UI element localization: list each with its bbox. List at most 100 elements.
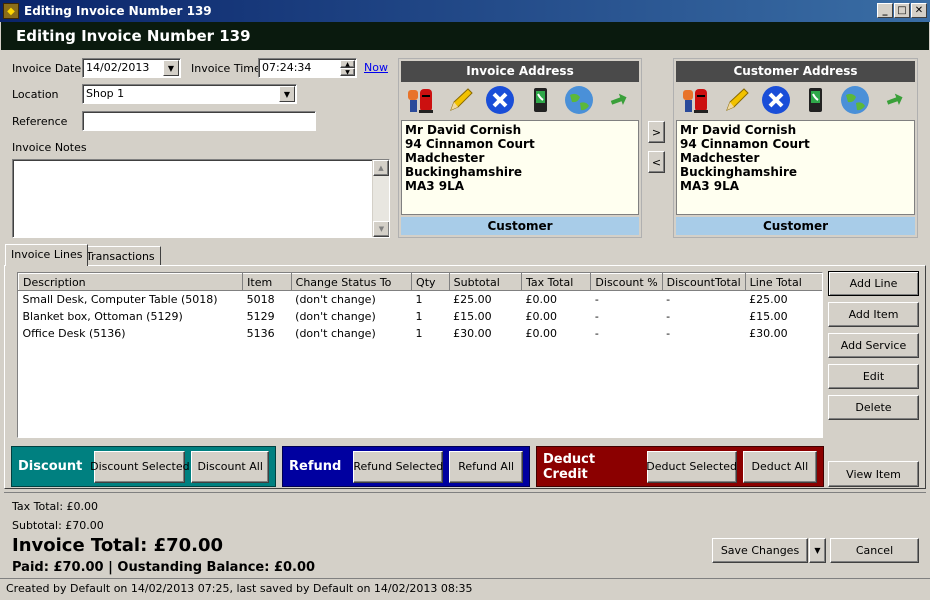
column-header[interactable]: Line Total — [744, 273, 822, 291]
cell-tax-total: £0.00 — [525, 309, 557, 323]
save-changes-button[interactable]: Save Changes — [712, 538, 808, 563]
chevron-down-icon[interactable]: ▼ — [163, 60, 179, 76]
address-line: Mr David Cornish — [405, 123, 522, 137]
page-title: Editing Invoice Number 139 — [1, 22, 929, 50]
invoice-notes-label: Invoice Notes — [12, 141, 87, 154]
subtotal-text: Subtotal: £70.00 — [12, 519, 104, 532]
edit-button[interactable]: Edit — [828, 364, 919, 389]
copy-right-button[interactable]: > — [648, 121, 665, 143]
column-header[interactable]: Item — [242, 273, 292, 291]
location-label: Location — [12, 88, 59, 101]
now-link[interactable]: Now — [364, 61, 388, 74]
notes-scrollbar[interactable]: ▲ ▼ — [372, 160, 389, 237]
globe-icon[interactable] — [564, 85, 594, 115]
refund-group: Refund Refund Selected Refund All — [282, 446, 530, 487]
delete-button[interactable]: Delete — [828, 395, 919, 420]
invoice-total-text: Invoice Total: £70.00 — [12, 535, 224, 556]
spin-down-icon[interactable]: ▼ — [340, 68, 355, 76]
window-titlebar[interactable]: ◆ Editing Invoice Number 139 _ □ ✕ — [0, 0, 930, 22]
app-icon: ◆ — [3, 3, 19, 19]
phone-icon[interactable] — [800, 85, 830, 115]
invoice-address-text[interactable]: Mr David Cornish 94 Cinnamon Court Madch… — [401, 120, 639, 215]
postbox-person-icon[interactable] — [406, 85, 436, 115]
divider — [4, 492, 926, 493]
discount-label: Discount — [18, 459, 83, 474]
column-header[interactable]: Qty — [411, 273, 450, 291]
spin-up-icon[interactable]: ▲ — [340, 60, 355, 68]
scroll-up-icon[interactable]: ▲ — [373, 160, 389, 176]
table-header: Description Item Change Status To Qty Su… — [18, 273, 822, 291]
clear-x-icon[interactable] — [761, 85, 791, 115]
add-service-button[interactable]: Add Service — [828, 333, 919, 358]
column-header[interactable]: Discount % — [590, 273, 663, 291]
location-select[interactable]: Shop 1 ▼ — [82, 84, 297, 104]
column-header[interactable]: Description — [18, 273, 244, 291]
globe-icon[interactable] — [840, 85, 870, 115]
invoice-address-footer[interactable]: Customer — [401, 217, 639, 235]
refund-all-button[interactable]: Refund All — [449, 450, 523, 483]
deduct-all-button[interactable]: Deduct All — [742, 450, 817, 483]
invoice-time-label: Invoice Time — [191, 62, 261, 75]
cell-item: 5136 — [246, 326, 275, 340]
swap-arrows-icon[interactable] — [880, 85, 910, 115]
minimize-button[interactable]: _ — [877, 3, 893, 18]
invoice-date-label: Invoice Date — [12, 62, 82, 75]
table-row[interactable]: Office Desk (5136) 5136 (don't change) 1… — [19, 325, 823, 342]
close-button[interactable]: ✕ — [911, 3, 927, 18]
refund-selected-button[interactable]: Refund Selected — [353, 450, 444, 483]
tab-invoice-lines[interactable]: Invoice Lines — [5, 244, 89, 266]
cell-tax-total: £0.00 — [525, 326, 557, 340]
invoice-time-field[interactable]: 07:24:34 ▲ ▼ — [258, 58, 357, 78]
invoice-lines-table[interactable]: Description Item Change Status To Qty Su… — [17, 272, 823, 438]
customer-address-panel: Customer Address Mr David Cornish 94 Cin… — [673, 58, 918, 238]
maximize-button[interactable]: □ — [894, 3, 910, 18]
column-header[interactable]: Subtotal — [448, 273, 522, 291]
cell-qty: 1 — [415, 292, 423, 306]
save-dropdown-chevron-down-icon[interactable]: ▼ — [809, 538, 826, 563]
table-row[interactable]: Blanket box, Ottoman (5129) 5129 (don't … — [19, 308, 823, 325]
invoice-date-value: 14/02/2013 — [86, 61, 150, 74]
customer-address-heading: Customer Address — [676, 61, 915, 82]
window-title: Editing Invoice Number 139 — [24, 4, 212, 18]
swap-arrows-icon[interactable] — [604, 85, 634, 115]
column-header[interactable]: DiscountTotal — [661, 273, 746, 291]
discount-group: Discount Discount Selected Discount All — [11, 446, 276, 487]
reference-input[interactable] — [82, 111, 316, 131]
cell-description: Office Desk (5136) — [22, 326, 126, 340]
cancel-button[interactable]: Cancel — [830, 538, 919, 563]
add-item-button[interactable]: Add Item — [828, 302, 919, 327]
address-line: MA3 9LA — [405, 179, 465, 193]
column-header[interactable]: Change Status To — [290, 273, 413, 291]
postbox-person-icon[interactable] — [681, 85, 711, 115]
copy-left-button[interactable]: < — [648, 151, 665, 173]
invoice-date-field[interactable]: 14/02/2013 ▼ — [82, 58, 181, 78]
clear-x-icon[interactable] — [485, 85, 515, 115]
pencil-icon[interactable] — [445, 85, 475, 115]
cell-discount-total: - — [666, 292, 671, 306]
cell-item: 5129 — [246, 309, 275, 323]
cell-line-total: £30.00 — [749, 326, 788, 340]
cell-discount-total: - — [666, 309, 671, 323]
customer-address-footer[interactable]: Customer — [676, 217, 915, 235]
discount-selected-button[interactable]: Discount Selected — [90, 450, 190, 483]
invoice-address-toolbar — [399, 82, 641, 120]
view-item-button[interactable]: View Item — [828, 461, 919, 487]
phone-icon[interactable] — [525, 85, 555, 115]
time-spinner[interactable]: ▲ ▼ — [340, 60, 355, 76]
customer-address-text[interactable]: Mr David Cornish 94 Cinnamon Court Madch… — [676, 120, 915, 215]
invoice-address-panel: Invoice Address Mr David Cornish 94 Cinn… — [398, 58, 642, 238]
add-line-button[interactable]: Add Line — [828, 271, 919, 296]
discount-all-button[interactable]: Discount All — [191, 450, 269, 483]
scroll-down-icon[interactable]: ▼ — [373, 221, 389, 237]
column-header[interactable]: Tax Total — [520, 273, 592, 291]
chevron-down-icon[interactable]: ▼ — [279, 86, 295, 102]
customer-address-toolbar — [674, 82, 917, 120]
deduct-selected-button[interactable]: Deduct Selected — [646, 450, 737, 483]
cell-subtotal: £15.00 — [453, 309, 492, 323]
status-bar: Created by Default on 14/02/2013 07:25, … — [0, 578, 930, 600]
tab-transactions[interactable]: Transactions — [80, 246, 161, 266]
pencil-icon[interactable] — [721, 85, 751, 115]
invoice-notes-textarea[interactable]: ▲ ▼ — [12, 159, 390, 238]
cell-line-total: £25.00 — [749, 292, 788, 306]
table-row[interactable]: Small Desk, Computer Table (5018) 5018 (… — [19, 291, 823, 308]
